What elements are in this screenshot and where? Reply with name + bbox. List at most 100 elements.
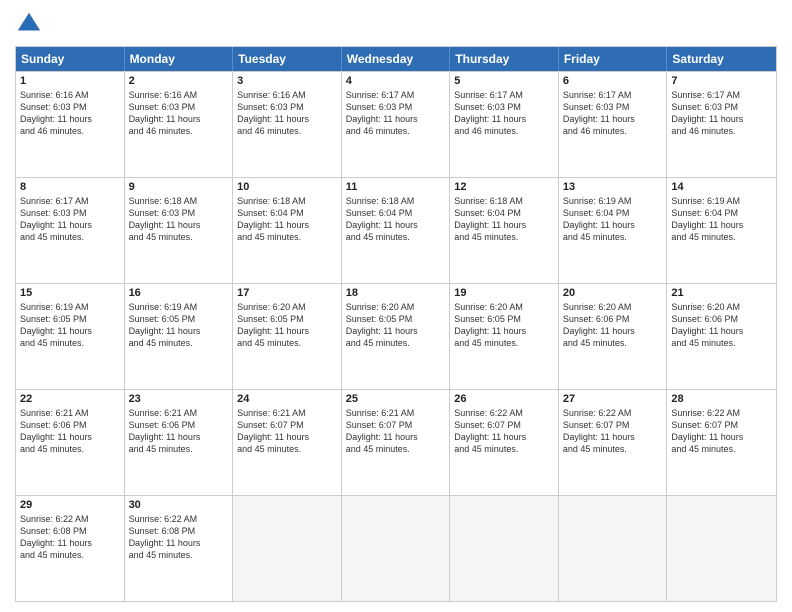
cell-info: Sunrise: 6:20 AM Sunset: 6:05 PM Dayligh… xyxy=(237,301,337,350)
cal-cell-empty xyxy=(233,496,342,601)
cal-cell-day-16: 16 Sunrise: 6:19 AM Sunset: 6:05 PM Dayli… xyxy=(125,284,234,389)
calendar-header: SundayMondayTuesdayWednesdayThursdayFrid… xyxy=(16,47,776,71)
cal-cell-day-21: 21 Sunrise: 6:20 AM Sunset: 6:06 PM Dayli… xyxy=(667,284,776,389)
cal-cell-day-11: 11Sunrise: 6:18 AM Sunset: 6:04 PM Dayli… xyxy=(342,178,451,283)
cell-info: Sunrise: 6:18 AM Sunset: 6:04 PM Dayligh… xyxy=(237,195,337,244)
cal-cell-day-18: 18 Sunrise: 6:20 AM Sunset: 6:05 PM Dayli… xyxy=(342,284,451,389)
day-number: 23 xyxy=(129,393,229,405)
day-number: 18 xyxy=(346,287,446,299)
day-number: 3 xyxy=(237,75,337,87)
cell-info: Sunrise: 6:22 AM Sunset: 6:07 PM Dayligh… xyxy=(454,407,554,456)
cell-info: Sunrise: 6:22 AM Sunset: 6:08 PM Dayligh… xyxy=(129,513,229,562)
day-number: 30 xyxy=(129,499,229,511)
cell-info: Sunrise: 6:20 AM Sunset: 6:06 PM Dayligh… xyxy=(671,301,772,350)
cal-week-4: 22 Sunrise: 6:21 AM Sunset: 6:06 PM Dayli… xyxy=(16,389,776,495)
day-number: 27 xyxy=(563,393,663,405)
page: SundayMondayTuesdayWednesdayThursdayFrid… xyxy=(0,0,792,612)
day-number: 6 xyxy=(563,75,663,87)
cal-cell-day-8: 8 Sunrise: 6:17 AM Sunset: 6:03 PM Daylig… xyxy=(16,178,125,283)
cal-cell-empty xyxy=(559,496,668,601)
cell-info: Sunrise: 6:21 AM Sunset: 6:06 PM Dayligh… xyxy=(129,407,229,456)
day-number: 21 xyxy=(671,287,772,299)
cal-cell-day-24: 24 Sunrise: 6:21 AM Sunset: 6:07 PM Dayli… xyxy=(233,390,342,495)
cell-info: Sunrise: 6:20 AM Sunset: 6:05 PM Dayligh… xyxy=(346,301,446,350)
cal-header-wednesday: Wednesday xyxy=(342,47,451,71)
day-number: 25 xyxy=(346,393,446,405)
day-number: 11 xyxy=(346,181,446,193)
cell-info: Sunrise: 6:16 AM Sunset: 6:03 PM Dayligh… xyxy=(237,89,337,138)
cell-info: Sunrise: 6:16 AM Sunset: 6:03 PM Dayligh… xyxy=(129,89,229,138)
cal-header-saturday: Saturday xyxy=(667,47,776,71)
calendar-body: 1Sunrise: 6:16 AM Sunset: 6:03 PM Daylig… xyxy=(16,71,776,601)
cal-week-1: 1Sunrise: 6:16 AM Sunset: 6:03 PM Daylig… xyxy=(16,71,776,177)
cal-cell-day-29: 29 Sunrise: 6:22 AM Sunset: 6:08 PM Dayli… xyxy=(16,496,125,601)
day-number: 13 xyxy=(563,181,663,193)
cal-cell-day-7: 7 Sunrise: 6:17 AM Sunset: 6:03 PM Daylig… xyxy=(667,72,776,177)
day-number: 16 xyxy=(129,287,229,299)
cal-cell-empty xyxy=(342,496,451,601)
cell-info: Sunrise: 6:22 AM Sunset: 6:07 PM Dayligh… xyxy=(563,407,663,456)
day-number: 7 xyxy=(671,75,772,87)
day-number: 8 xyxy=(20,181,120,193)
cell-info: Sunrise: 6:22 AM Sunset: 6:08 PM Dayligh… xyxy=(20,513,120,562)
cal-cell-day-4: 4 Sunrise: 6:17 AM Sunset: 6:03 PM Daylig… xyxy=(342,72,451,177)
day-number: 26 xyxy=(454,393,554,405)
cal-header-monday: Monday xyxy=(125,47,234,71)
day-number: 28 xyxy=(671,393,772,405)
logo xyxy=(15,10,45,38)
cell-info: Sunrise: 6:21 AM Sunset: 6:07 PM Dayligh… xyxy=(346,407,446,456)
cal-cell-day-15: 15 Sunrise: 6:19 AM Sunset: 6:05 PM Dayli… xyxy=(16,284,125,389)
calendar: SundayMondayTuesdayWednesdayThursdayFrid… xyxy=(15,46,777,602)
day-number: 24 xyxy=(237,393,337,405)
cal-cell-day-12: 12 Sunrise: 6:18 AM Sunset: 6:04 PM Dayli… xyxy=(450,178,559,283)
header xyxy=(15,10,777,38)
cal-cell-day-5: 5 Sunrise: 6:17 AM Sunset: 6:03 PM Daylig… xyxy=(450,72,559,177)
cal-cell-day-28: 28 Sunrise: 6:22 AM Sunset: 6:07 PM Dayli… xyxy=(667,390,776,495)
cell-info: Sunrise: 6:17 AM Sunset: 6:03 PM Dayligh… xyxy=(346,89,446,138)
day-number: 20 xyxy=(563,287,663,299)
day-number: 5 xyxy=(454,75,554,87)
day-number: 15 xyxy=(20,287,120,299)
cell-info: Sunrise: 6:18 AM Sunset: 6:04 PM Dayligh… xyxy=(454,195,554,244)
cell-info: Sunrise: 6:19 AM Sunset: 6:04 PM Dayligh… xyxy=(563,195,663,244)
cal-cell-empty xyxy=(667,496,776,601)
cal-cell-day-10: 10 Sunrise: 6:18 AM Sunset: 6:04 PM Dayli… xyxy=(233,178,342,283)
day-number: 9 xyxy=(129,181,229,193)
day-number: 10 xyxy=(237,181,337,193)
cal-cell-day-6: 6 Sunrise: 6:17 AM Sunset: 6:03 PM Daylig… xyxy=(559,72,668,177)
day-number: 19 xyxy=(454,287,554,299)
cell-info: Sunrise: 6:17 AM Sunset: 6:03 PM Dayligh… xyxy=(563,89,663,138)
cell-info: Sunrise: 6:17 AM Sunset: 6:03 PM Dayligh… xyxy=(454,89,554,138)
logo-icon xyxy=(15,10,43,38)
cell-info: Sunrise: 6:20 AM Sunset: 6:05 PM Dayligh… xyxy=(454,301,554,350)
cal-week-5: 29 Sunrise: 6:22 AM Sunset: 6:08 PM Dayli… xyxy=(16,495,776,601)
cell-info: Sunrise: 6:19 AM Sunset: 6:05 PM Dayligh… xyxy=(129,301,229,350)
cell-info: Sunrise: 6:21 AM Sunset: 6:06 PM Dayligh… xyxy=(20,407,120,456)
cal-cell-day-27: 27 Sunrise: 6:22 AM Sunset: 6:07 PM Dayli… xyxy=(559,390,668,495)
cell-info: Sunrise: 6:17 AM Sunset: 6:03 PM Dayligh… xyxy=(20,195,120,244)
day-number: 29 xyxy=(20,499,120,511)
day-number: 14 xyxy=(671,181,772,193)
day-number: 4 xyxy=(346,75,446,87)
cal-header-tuesday: Tuesday xyxy=(233,47,342,71)
cal-week-3: 15 Sunrise: 6:19 AM Sunset: 6:05 PM Dayli… xyxy=(16,283,776,389)
cal-cell-day-19: 19 Sunrise: 6:20 AM Sunset: 6:05 PM Dayli… xyxy=(450,284,559,389)
cell-info: Sunrise: 6:18 AM Sunset: 6:03 PM Dayligh… xyxy=(129,195,229,244)
cal-cell-day-9: 9 Sunrise: 6:18 AM Sunset: 6:03 PM Daylig… xyxy=(125,178,234,283)
cal-cell-day-3: 3 Sunrise: 6:16 AM Sunset: 6:03 PM Daylig… xyxy=(233,72,342,177)
day-number: 2 xyxy=(129,75,229,87)
cell-info: Sunrise: 6:17 AM Sunset: 6:03 PM Dayligh… xyxy=(671,89,772,138)
cal-cell-day-1: 1Sunrise: 6:16 AM Sunset: 6:03 PM Daylig… xyxy=(16,72,125,177)
cal-cell-empty xyxy=(450,496,559,601)
day-number: 22 xyxy=(20,393,120,405)
cell-info: Sunrise: 6:16 AM Sunset: 6:03 PM Dayligh… xyxy=(20,89,120,138)
day-number: 12 xyxy=(454,181,554,193)
cal-cell-day-22: 22 Sunrise: 6:21 AM Sunset: 6:06 PM Dayli… xyxy=(16,390,125,495)
cal-cell-day-20: 20 Sunrise: 6:20 AM Sunset: 6:06 PM Dayli… xyxy=(559,284,668,389)
cell-info: Sunrise: 6:22 AM Sunset: 6:07 PM Dayligh… xyxy=(671,407,772,456)
cal-header-friday: Friday xyxy=(559,47,668,71)
cell-info: Sunrise: 6:19 AM Sunset: 6:05 PM Dayligh… xyxy=(20,301,120,350)
cell-info: Sunrise: 6:20 AM Sunset: 6:06 PM Dayligh… xyxy=(563,301,663,350)
cal-cell-day-23: 23 Sunrise: 6:21 AM Sunset: 6:06 PM Dayli… xyxy=(125,390,234,495)
cell-info: Sunrise: 6:21 AM Sunset: 6:07 PM Dayligh… xyxy=(237,407,337,456)
